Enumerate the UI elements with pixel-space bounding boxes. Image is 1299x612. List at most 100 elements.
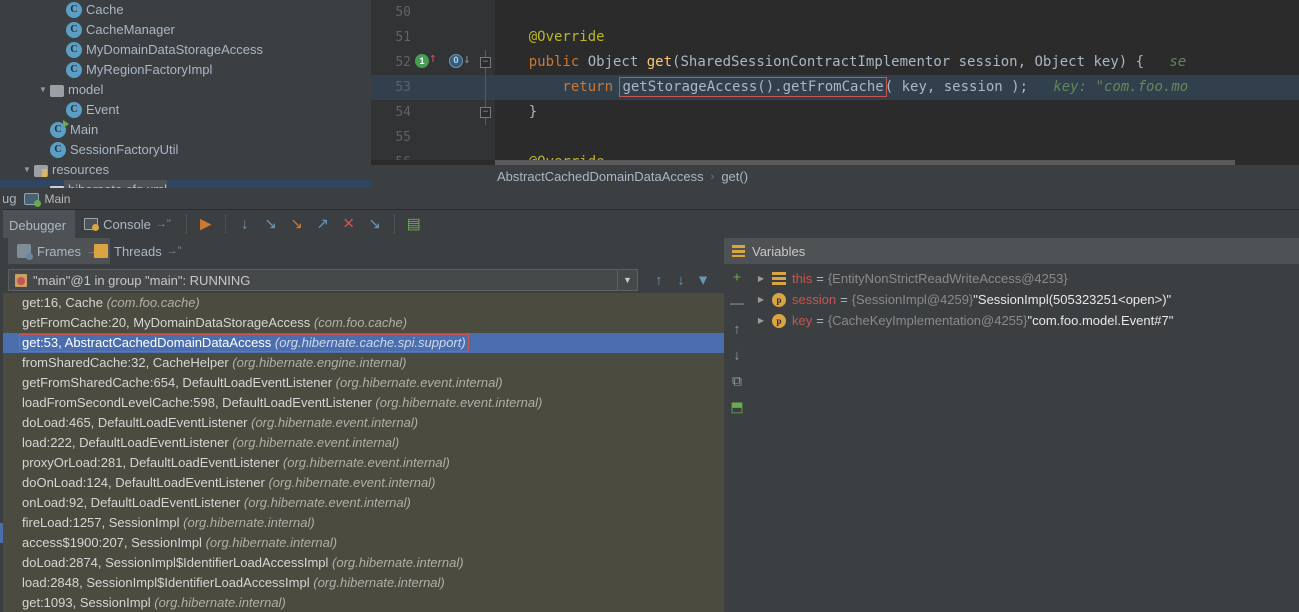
code-line[interactable]: 51 @Override	[371, 25, 1299, 50]
step-over-icon[interactable]: ↓	[235, 214, 255, 234]
variables-tree[interactable]: ▶ this = {EntityNonStrictReadWriteAccess@42…	[750, 264, 1299, 612]
icon-glyph: ▼	[696, 271, 710, 288]
tab-threads[interactable]: Threads →"	[85, 238, 191, 264]
breadcrumb-class[interactable]: AbstractCachedDomainDataAccess	[497, 169, 704, 184]
remove-watch-icon[interactable]: —	[724, 290, 750, 316]
frame-row[interactable]: doLoad:2874, SessionImpl$IdentifierLoadA…	[0, 553, 724, 573]
frame-method: doLoad:465, DefaultLoadEventListener	[22, 415, 252, 430]
tree-row-label: resources	[52, 162, 110, 177]
move-watch-up-icon[interactable]: ↑	[724, 316, 750, 342]
frame-row[interactable]: access$1900:207, SessionImpl (org.hibern…	[0, 533, 724, 553]
tree-row[interactable]: ▼ model	[0, 80, 371, 100]
tree-row[interactable]: C Cache	[0, 0, 371, 20]
code-line[interactable]: 52 1 ↑ O ↓ − public Object get(SharedSessionC…	[371, 50, 1299, 75]
highlighted-call-expression: getStorageAccess().getFromCache	[619, 77, 887, 97]
frame-package: (org.hibernate.internal)	[332, 555, 464, 570]
tree-row[interactable]: C MyRegionFactoryImpl	[0, 60, 371, 80]
code-line[interactable]: 50	[371, 0, 1299, 25]
code-line[interactable]: 54 − }	[371, 100, 1299, 125]
code-token-ident: Object	[587, 54, 647, 70]
variable-row[interactable]: ▶ p key = {CacheKeyImplementation@4255} "com…	[750, 310, 1299, 331]
chevron-down-icon[interactable]: ▼	[617, 270, 637, 290]
line-number: 52	[395, 55, 411, 70]
frame-row[interactable]: get:1093, SessionImpl (org.hibernate.int…	[0, 593, 724, 612]
twisty-expanded-icon[interactable]: ▼	[20, 160, 34, 180]
frames-list[interactable]: get:16, Cache (com.foo.cache) getFromCach…	[0, 293, 724, 612]
thread-selector[interactable]: "main"@1 in group "main": RUNNING ▼	[8, 269, 638, 291]
frame-row[interactable]: load:222, DefaultLoadEventListener (org.…	[0, 433, 724, 453]
move-frame-down-icon[interactable]: ↓	[670, 269, 692, 291]
filter-frames-icon[interactable]: ▼	[692, 269, 714, 291]
variable-type: {EntityNonStrictReadWriteAccess@4253}	[827, 271, 1068, 286]
tree-row[interactable]: C MyDomainDataStorageAccess	[0, 40, 371, 60]
copy-value-icon[interactable]: ⧉	[724, 368, 750, 394]
frame-row[interactable]: onLoad:92, DefaultLoadEventListener (org…	[0, 493, 724, 513]
frame-row[interactable]: get:16, Cache (com.foo.cache)	[0, 293, 724, 313]
run-to-cursor-icon[interactable]: ↘	[365, 214, 385, 234]
drop-frame-icon[interactable]: ✕	[339, 214, 359, 234]
toolbar-separator	[185, 215, 187, 233]
code-text: return getStorageAccess().getFromCache( …	[495, 75, 1188, 100]
frame-row[interactable]: getFromCache:20, MyDomainDataStorageAcce…	[0, 313, 724, 333]
tree-row[interactable]: ▼ resources	[0, 160, 371, 180]
frames-icon	[17, 244, 33, 260]
overriding-arrow-down-icon[interactable]: ↓	[463, 53, 471, 66]
tree-row[interactable]: hibernate.cfg.xml	[0, 180, 371, 188]
frame-row[interactable]: proxyOrLoad:281, DefaultLoadEventListene…	[0, 453, 724, 473]
frame-row[interactable]: doOnLoad:124, DefaultLoadEventListener (…	[0, 473, 724, 493]
code-editor[interactable]: 50 51 @Override 52 1 ↑ O ↓ − public Object get(…	[371, 0, 1299, 188]
frame-row[interactable]: get:53, AbstractCachedDomainDataAccess (…	[0, 333, 724, 353]
move-frame-up-icon[interactable]: ↑	[648, 269, 670, 291]
variable-type: {SessionImpl@4259}	[851, 292, 974, 307]
run-configuration-name[interactable]: Main	[44, 192, 70, 206]
frame-row[interactable]: loadFromSecondLevelCache:598, DefaultLoa…	[0, 393, 724, 413]
variable-name: session	[792, 292, 837, 307]
variable-row[interactable]: ▶ p session = {SessionImpl@4259} "SessionImp…	[750, 289, 1299, 310]
breadcrumb-method[interactable]: get()	[721, 169, 748, 184]
frame-method: doOnLoad:124, DefaultLoadEventListener	[22, 475, 269, 490]
threads-pin-icon[interactable]: →"	[167, 245, 182, 257]
overriding-arrow-up-icon[interactable]: ↑	[429, 52, 437, 65]
step-out-icon[interactable]: ↗	[313, 214, 333, 234]
force-step-into-icon[interactable]: ↘	[287, 214, 307, 234]
frame-row[interactable]: load:2848, SessionImpl$IdentifierLoadAcc…	[0, 573, 724, 593]
frame-row[interactable]: fireLoad:1257, SessionImpl (org.hibernat…	[0, 513, 724, 533]
code-text: public Object get(SharedSessionContractI…	[495, 50, 1187, 75]
icon-glyph: ↑	[733, 320, 741, 337]
frame-method: fireLoad:1257, SessionImpl	[22, 515, 184, 530]
overridden-method-icon[interactable]: O	[449, 54, 463, 68]
tree-row[interactable]: C CacheManager	[0, 20, 371, 40]
fold-collapse-icon[interactable]: −	[480, 107, 491, 118]
frame-package: (org.hibernate.internal)	[183, 515, 315, 530]
tree-row-label: SessionFactoryUtil	[70, 142, 179, 157]
variable-row[interactable]: ▶ this = {EntityNonStrictReadWriteAccess@42…	[750, 268, 1299, 289]
twisty-collapsed-icon[interactable]: ▶	[750, 268, 772, 289]
line-number: 54	[395, 105, 411, 120]
show-execution-point-icon[interactable]: ▶	[196, 214, 216, 234]
pin-tab-icon[interactable]: →"	[156, 218, 171, 230]
twisty-collapsed-icon[interactable]: ▶	[750, 289, 772, 310]
tree-row[interactable]: C SessionFactoryUtil	[0, 140, 371, 160]
code-line[interactable]: 55	[371, 125, 1299, 150]
twisty-collapsed-icon[interactable]: ▶	[750, 310, 772, 331]
step-into-icon[interactable]: ↘	[261, 214, 281, 234]
tree-row[interactable]: C Event	[0, 100, 371, 120]
frame-row[interactable]: doLoad:465, DefaultLoadEventListener (or…	[0, 413, 724, 433]
add-watch-icon[interactable]: +	[724, 264, 750, 290]
evaluate-expression-icon[interactable]: ▤	[404, 214, 424, 234]
code-line[interactable]: 53 return getStorageAccess().getFromCach…	[371, 75, 1299, 100]
debug-tab-console[interactable]: Console →"	[75, 210, 180, 238]
code-lines[interactable]: 50 51 @Override 52 1 ↑ O ↓ − public Object get(…	[371, 0, 1299, 161]
debug-tab-debugger[interactable]: Debugger	[0, 210, 76, 238]
show-referring-objects-icon[interactable]: ⬒	[724, 394, 750, 420]
move-watch-down-icon[interactable]: ↓	[724, 342, 750, 368]
console-icon	[84, 218, 100, 231]
twisty-expanded-icon[interactable]: ▼	[36, 80, 50, 100]
frame-row[interactable]: fromSharedCache:32, CacheHelper (org.hib…	[0, 353, 724, 373]
implemented-method-icon[interactable]: 1	[415, 54, 429, 68]
frame-package: (org.hibernate.event.internal)	[243, 495, 411, 510]
tree-row[interactable]: C Main	[0, 120, 371, 140]
frame-row[interactable]: getFromSharedCache:654, DefaultLoadEvent…	[0, 373, 724, 393]
project-tree-panel[interactable]: C Cache C CacheManager C MyDomainDataStorageA…	[0, 0, 371, 188]
fold-collapse-icon[interactable]: −	[480, 57, 491, 68]
